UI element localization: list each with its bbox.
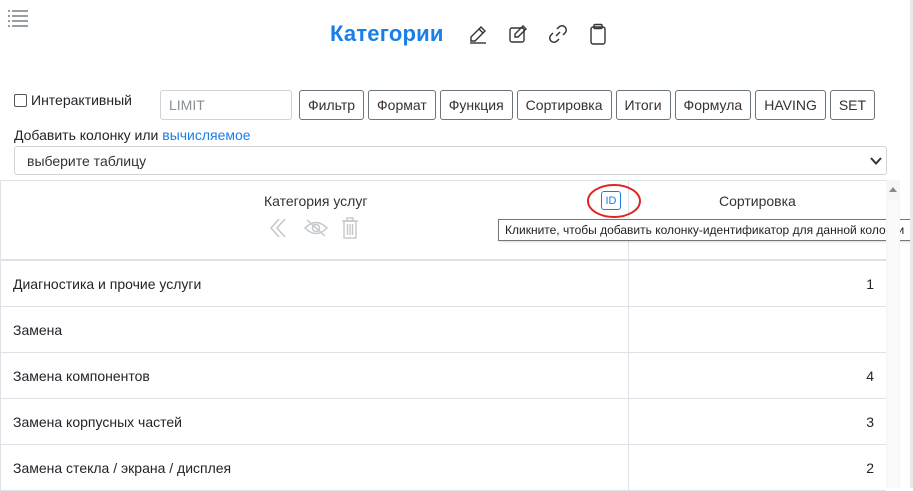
sort-cell[interactable] (629, 307, 887, 352)
interactive-checkbox[interactable]: Интерактивный (14, 92, 132, 108)
category-cell[interactable]: Замена стекла / экрана / дисплея (1, 445, 629, 490)
add-column-prefix: Добавить колонку или (14, 127, 163, 143)
link-icon[interactable] (547, 23, 569, 45)
filter-button[interactable]: Фильтр (298, 90, 365, 120)
computed-column-link[interactable]: вычисляемое (162, 127, 250, 143)
table-row[interactable]: Диагностика и прочие услуги 1 (0, 261, 886, 307)
sort-cell[interactable]: 4 (629, 353, 887, 398)
function-button[interactable]: Функция (439, 90, 513, 120)
checkbox-box[interactable] (14, 93, 27, 107)
category-cell[interactable]: Замена (1, 307, 629, 352)
pencil-icon[interactable] (467, 23, 489, 45)
trash-icon[interactable] (341, 217, 359, 239)
column-actions (267, 217, 371, 239)
scroll-up-arrow-icon[interactable] (888, 182, 898, 192)
vertical-scrollbar[interactable] (886, 180, 900, 488)
table-row[interactable]: Замена стекла / экрана / дисплея 2 (0, 445, 886, 491)
limit-input[interactable] (159, 90, 292, 120)
category-cell[interactable]: Диагностика и прочие услуги (1, 261, 629, 306)
list-menu-icon[interactable] (7, 9, 29, 27)
having-button[interactable]: HAVING (755, 90, 826, 120)
chevron-left-double-icon[interactable] (267, 217, 291, 239)
title-bar: Категории (330, 18, 618, 50)
sort-cell[interactable]: 1 (629, 261, 887, 306)
table-select-value: выберите таблицу (27, 152, 147, 169)
table-select[interactable]: выберите таблицу (14, 146, 887, 175)
interactive-label: Интерактивный (31, 92, 132, 108)
category-cell[interactable]: Замена корпусных частей (1, 399, 629, 444)
id-tooltip: Кликните, чтобы добавить колонку-идентиф… (498, 219, 912, 241)
chevron-down-icon (870, 154, 882, 170)
category-cell[interactable]: Замена компонентов (1, 353, 629, 398)
table-row[interactable]: Замена корпусных частей 3 (0, 399, 886, 445)
toolbar: Интерактивный Фильтр Формат Функция Сорт… (14, 89, 879, 121)
totals-button[interactable]: Итоги (615, 90, 671, 120)
sort-cell[interactable]: 3 (629, 399, 887, 444)
formula-button[interactable]: Формула (674, 90, 752, 120)
sort-button[interactable]: Сортировка (516, 90, 612, 120)
edit-square-icon[interactable] (507, 23, 529, 45)
table-row[interactable]: Замена (0, 307, 886, 353)
scrollbar-thumb[interactable] (888, 200, 898, 488)
sort-cell[interactable]: 2 (629, 445, 887, 490)
format-button[interactable]: Формат (368, 90, 436, 120)
page-title: Категории (330, 21, 444, 46)
column-label: Сортировка (719, 193, 796, 209)
add-column-text: Добавить колонку или вычисляемое (14, 127, 251, 143)
clipboard-icon[interactable] (587, 23, 609, 45)
eye-off-icon[interactable] (303, 218, 329, 238)
column-label: Категория услуг (264, 193, 368, 209)
table-row[interactable]: Замена компонентов 4 (0, 353, 886, 399)
set-button[interactable]: SET (829, 90, 876, 120)
